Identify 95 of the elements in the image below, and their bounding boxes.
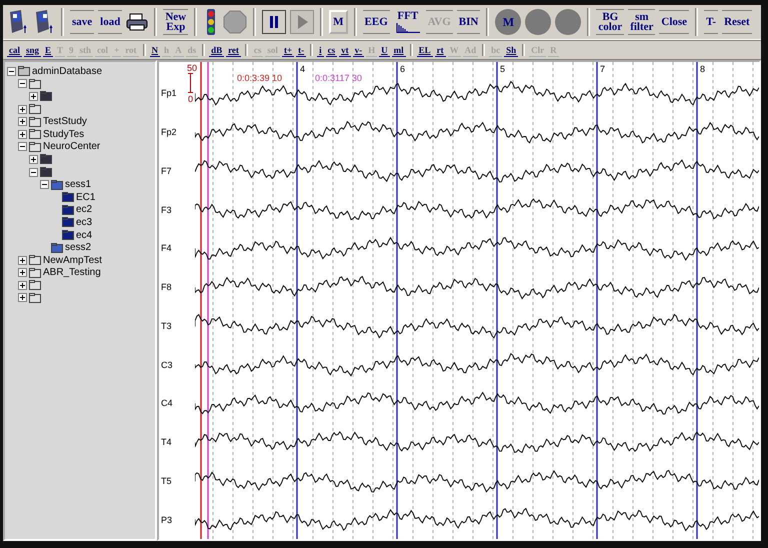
folder-icon — [29, 292, 41, 303]
toolbar-button[interactable]: M — [329, 10, 348, 34]
scale-label: 50 — [187, 63, 198, 73]
circle-button[interactable]: M — [495, 9, 522, 35]
expand-icon[interactable] — [29, 92, 38, 101]
marker-label: 5 — [500, 64, 506, 74]
tree-item[interactable]: EC1 — [76, 192, 96, 203]
pause-icon — [262, 10, 286, 34]
cursor-line[interactable] — [207, 62, 209, 539]
head-profile-icon — [33, 9, 55, 35]
folder-icon — [29, 255, 41, 266]
toolbar-button[interactable]: BG color — [596, 9, 624, 35]
toolbar-icon-button[interactable] — [7, 9, 29, 35]
tree-item[interactable]: ec3 — [76, 216, 92, 228]
tree-item[interactable]: ec4 — [76, 230, 92, 241]
file-icon — [62, 204, 74, 215]
toolbar-button[interactable]: Reset — [722, 10, 752, 34]
tree-item[interactable]: NewAmpTest — [43, 254, 102, 266]
channel-label: T5 — [161, 476, 172, 486]
folder-icon — [29, 78, 41, 89]
circle-button[interactable] — [555, 9, 582, 35]
marker-label: 6 — [400, 64, 406, 74]
folder-icon — [29, 116, 41, 127]
tree-item[interactable]: ABR_Testing — [43, 267, 101, 278]
collapse-icon[interactable] — [29, 168, 38, 177]
marker-label: 4 — [300, 64, 306, 74]
play-icon — [290, 10, 314, 34]
toolbar-button[interactable]: load — [98, 10, 122, 34]
collapse-icon[interactable] — [18, 79, 27, 88]
toolbar-button[interactable]: EEG — [362, 10, 390, 34]
fft-button[interactable]: FFT — [394, 9, 422, 35]
scale-label: 0 — [188, 94, 194, 104]
folder-icon — [29, 142, 41, 152]
marker-label: 8 — [700, 64, 706, 74]
expand-icon[interactable] — [18, 117, 27, 126]
printer-icon — [126, 13, 148, 31]
expand-icon[interactable] — [29, 154, 38, 164]
spectrum-icon — [396, 21, 420, 33]
expand-icon[interactable] — [18, 130, 27, 139]
channel-label: F8 — [161, 282, 172, 292]
channel-label: Fp2 — [161, 127, 177, 138]
toolbar-button[interactable]: sm filter — [628, 9, 656, 35]
folder-icon — [40, 167, 52, 178]
tree-item[interactable]: NeuroCenter — [43, 141, 100, 152]
toolbar-icon-button[interactable] — [126, 13, 148, 31]
toolbar-button[interactable]: BIN — [456, 10, 480, 34]
folder-icon — [29, 280, 41, 290]
channel-label: C4 — [161, 398, 173, 408]
expand-icon[interactable] — [18, 256, 27, 265]
scale-bar-icon — [188, 73, 193, 93]
collapse-icon[interactable] — [40, 180, 49, 190]
cursor-line[interactable] — [200, 62, 202, 539]
expand-icon[interactable] — [18, 268, 27, 278]
channel-label: P3 — [161, 514, 172, 525]
tree-item[interactable]: StudyTes — [43, 128, 84, 140]
toolbar-button[interactable]: T- — [704, 10, 718, 34]
channel-label: Fp1 — [161, 88, 177, 98]
folder-icon — [51, 242, 63, 253]
circle-button[interactable] — [525, 9, 552, 35]
cursor-time: 0:0:3117 30 — [315, 73, 362, 83]
expand-icon[interactable] — [18, 293, 27, 302]
toolbar-button[interactable]: New Exp — [163, 9, 188, 35]
cursor-time: 0:0:3:39 10 — [237, 73, 282, 83]
channel-label: C3 — [161, 360, 173, 370]
file-icon — [62, 192, 74, 202]
expand-icon[interactable] — [18, 280, 27, 290]
channel-label: F3 — [161, 204, 172, 215]
file-icon — [62, 217, 74, 228]
folder-icon — [18, 66, 30, 76]
channel-label: F4 — [161, 243, 172, 254]
collapse-icon[interactable] — [7, 66, 16, 76]
stop-sign-icon — [223, 10, 248, 34]
channel-label: T3 — [161, 320, 172, 331]
folder-icon — [29, 129, 41, 140]
folder-icon — [29, 268, 41, 278]
expand-icon[interactable] — [18, 104, 27, 114]
toolbar-button[interactable]: save — [70, 10, 94, 34]
toolbar-button[interactable]: Close — [659, 10, 690, 34]
head-profile-icon — [7, 9, 29, 35]
folder-icon — [40, 91, 52, 102]
tree-item[interactable]: sess1 — [65, 179, 92, 190]
channel-label: T4 — [161, 437, 172, 448]
folder-icon — [40, 154, 52, 164]
toolbar-icon-button[interactable] — [33, 9, 55, 35]
toolbar-icon-button[interactable] — [262, 10, 286, 34]
marker-label: 7 — [600, 64, 606, 74]
folder-icon — [29, 104, 41, 114]
collapse-icon[interactable] — [18, 142, 27, 152]
folder-icon — [51, 180, 63, 190]
tree-item[interactable]: sess2 — [65, 242, 92, 254]
tree-item[interactable]: adminDatabase — [32, 66, 102, 77]
file-icon — [62, 230, 74, 240]
tree-item[interactable]: ec2 — [76, 204, 92, 216]
tree-item[interactable]: TestStudy — [43, 116, 87, 128]
channel-label: F7 — [161, 166, 172, 176]
